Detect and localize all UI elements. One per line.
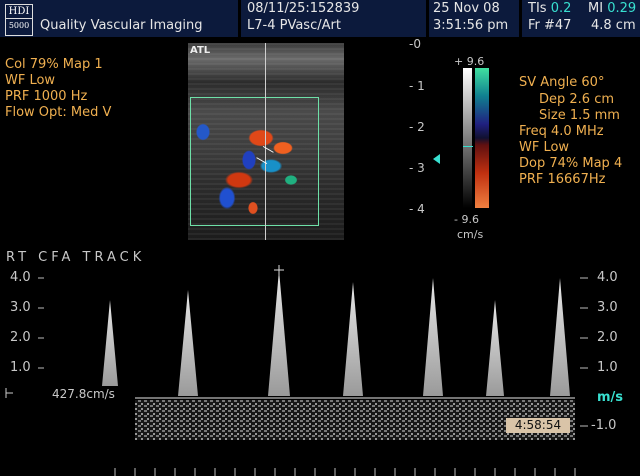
hdi-logo: HDI 5000: [5, 4, 33, 36]
color-bar-unit: cm/s: [457, 228, 484, 241]
mi-label: MI: [588, 1, 604, 16]
depth-tick-3: - 3: [409, 161, 425, 175]
exam-date: 25 Nov 08: [433, 1, 500, 16]
patient-id: 08/11/25:152839: [247, 1, 360, 16]
thermal-index: TIs 0.2: [528, 1, 571, 16]
systolic-peak-5: [423, 278, 443, 396]
mechanical-index: MI 0.29: [588, 1, 636, 16]
transducer-preset: L7-4 PVasc/Art: [247, 18, 341, 33]
ti-label: TIs: [528, 1, 547, 16]
atl-logo: ATL: [190, 45, 211, 56]
cursor-corner-icon: [5, 388, 13, 398]
spectral-doppler-display[interactable]: [0, 260, 640, 476]
grayscale-bar: [463, 68, 472, 208]
doppler-cursor-line[interactable]: [265, 43, 266, 240]
color-param-1: Col 79% Map 1: [5, 57, 103, 72]
depth-tick-1: - 1: [409, 79, 425, 93]
cine-timer: 4:58:54: [506, 418, 570, 433]
right-axis-label-2: 2.0: [597, 330, 618, 345]
right-axis-label-neg1: -1.0: [591, 418, 617, 433]
right-axis-label-4: 4.0: [597, 270, 618, 285]
right-axis-label-1: 1.0: [597, 360, 618, 375]
logo-top-text: HDI: [6, 5, 32, 19]
spectral-param-4: Freq 4.0 MHz: [519, 124, 604, 139]
color-bar-top-label: + 9.6: [454, 55, 485, 68]
right-axis-label-3: 3.0: [597, 300, 618, 315]
right-axis-ticks: [580, 277, 588, 427]
spectral-param-7: PRF 16667Hz: [519, 172, 606, 187]
systolic-peak-3: [268, 270, 290, 396]
ti-value: 0.2: [550, 1, 572, 16]
left-axis-label-1: 1.0: [10, 360, 31, 375]
color-param-3: PRF 1000 Hz: [5, 89, 88, 104]
systolic-peak-6: [486, 300, 504, 396]
frame-number: Fr #47: [528, 18, 572, 33]
institution-name: Quality Vascular Imaging: [40, 18, 203, 33]
depth-tick-2: - 2: [409, 120, 425, 134]
depth-scale: -0 - 1 - 2 - 3 - 4: [405, 37, 435, 237]
systolic-peak-7: [550, 278, 570, 396]
left-axis-ticks: [38, 277, 44, 369]
systolic-peak-1: [102, 300, 118, 386]
left-axis-label-4: 4.0: [10, 270, 31, 285]
spectral-param-3: Size 1.5 mm: [539, 108, 620, 123]
depth-tick-0: -0: [409, 37, 421, 51]
depth-tick-4: - 4: [409, 202, 425, 216]
color-bar-bottom-label: - 9.6: [454, 213, 479, 226]
exam-time: 3:51:56 pm: [433, 18, 509, 33]
depth-readout: 4.8 cm: [591, 18, 636, 33]
units-label: m/s: [597, 390, 624, 405]
color-velocity-bar: [475, 68, 489, 208]
velocity-readout: 427.8cm/s: [52, 387, 115, 401]
systolic-peak-2: [178, 290, 198, 396]
color-bar-baseline: [463, 146, 473, 147]
logo-bottom-text: 5000: [8, 21, 30, 30]
color-box-roi[interactable]: [190, 97, 319, 226]
focal-zone-marker-icon[interactable]: [433, 154, 440, 164]
mi-value: 0.29: [607, 1, 637, 16]
color-param-4: Flow Opt: Med V: [5, 105, 112, 120]
spectral-param-1: SV Angle 60°: [519, 75, 605, 90]
systolic-peak-4: [343, 282, 363, 396]
spectral-param-5: WF Low: [519, 140, 570, 155]
spectral-param-2: Dep 2.6 cm: [539, 92, 615, 107]
left-axis-label-3: 3.0: [10, 300, 31, 315]
peak-caliper-icon: [274, 265, 284, 275]
time-ticks: [114, 468, 576, 476]
spectral-param-6: Dop 74% Map 4: [519, 156, 623, 171]
color-param-2: WF Low: [5, 73, 56, 88]
left-axis-label-2: 2.0: [10, 330, 31, 345]
